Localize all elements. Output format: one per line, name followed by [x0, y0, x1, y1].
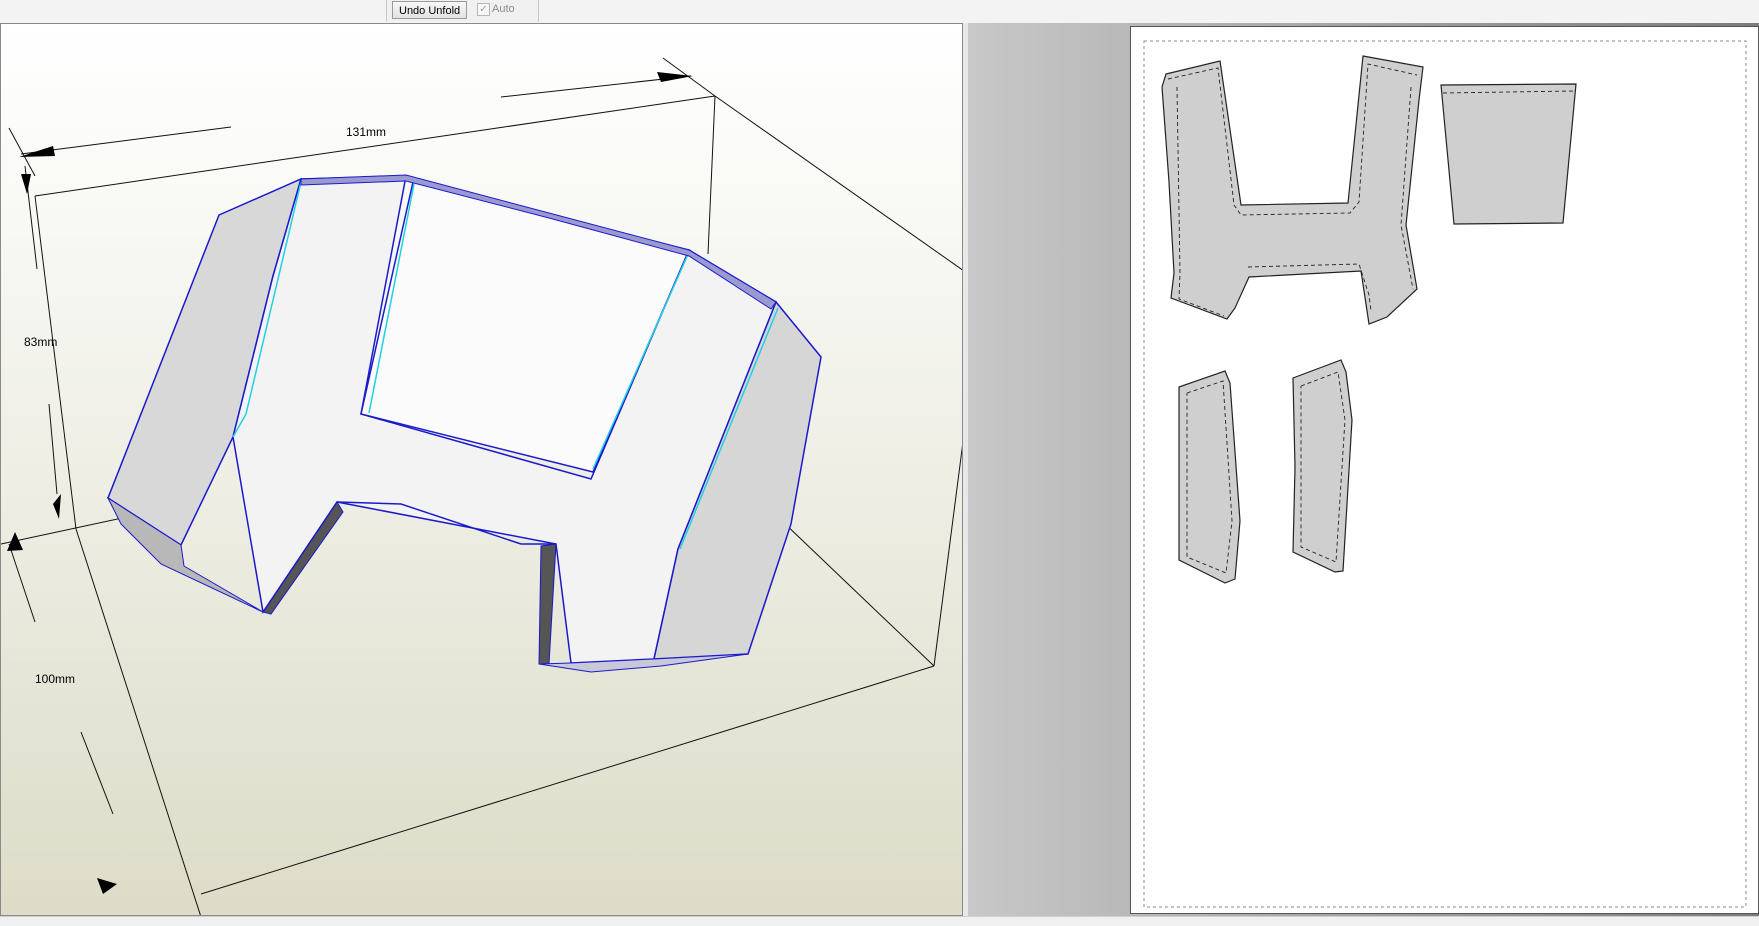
auto-label: Auto	[492, 3, 515, 15]
toolbar: Undo Unfold ✓ Auto	[0, 0, 1759, 24]
side-strip-left[interactable]	[1178, 370, 1241, 584]
2d-unfold-view[interactable]	[968, 23, 1759, 916]
3d-model-view[interactable]: 131mm 83mm 100mm	[0, 23, 963, 916]
dimension-width-label: 131mm	[346, 125, 387, 139]
unfold-tool-group: Undo Unfold ✓ Auto	[386, 0, 539, 22]
paper-sheet	[1130, 26, 1759, 914]
auto-checkbox[interactable]: ✓	[477, 3, 490, 16]
dimension-depth-label: 100mm	[35, 672, 76, 686]
unfold-canvas[interactable]	[1131, 27, 1759, 915]
h-shaped-part[interactable]	[1161, 55, 1424, 325]
dimension-height-label: 83mm	[24, 335, 58, 349]
undo-unfold-button[interactable]: Undo Unfold	[392, 1, 468, 19]
model-right-leg-inner	[538, 543, 557, 665]
3d-model-canvas[interactable]	[1, 24, 963, 916]
side-strip-right[interactable]	[1292, 359, 1353, 573]
trapezoid-part[interactable]	[1440, 83, 1577, 225]
